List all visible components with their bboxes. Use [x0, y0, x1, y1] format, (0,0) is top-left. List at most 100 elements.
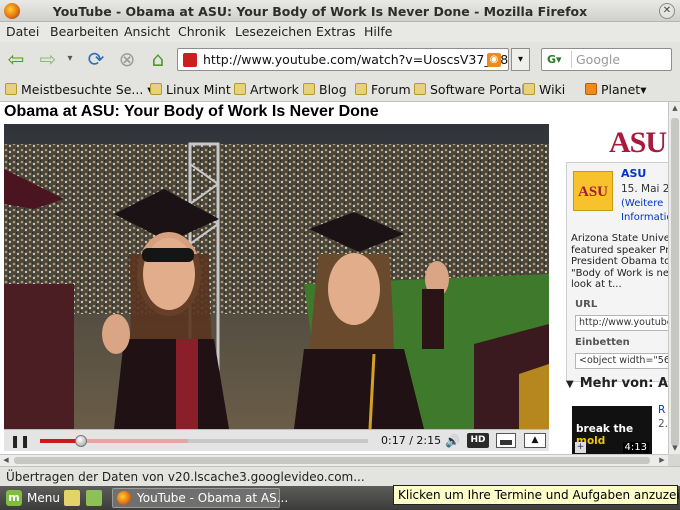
video-frame-image [4, 124, 549, 429]
mint-menu-icon[interactable]: m [6, 490, 22, 506]
scroll-left-icon[interactable]: ◀ [0, 455, 12, 466]
window-titlebar: YouTube - Obama at ASU: Your Body of Wor… [0, 0, 680, 22]
status-bar: Übertragen der Daten von v20.lscache3.go… [0, 466, 680, 486]
video-description: Arizona State Univer featured speaker Pr… [571, 233, 668, 291]
video-duration: 4:13 [622, 442, 649, 453]
url-label: URL [575, 299, 598, 310]
description-line: Arizona State Univer [571, 233, 668, 244]
hd-button[interactable]: HD [467, 433, 489, 448]
bookmark-icon [303, 83, 315, 95]
bookmark-icon [355, 83, 367, 95]
expand-triangle-icon: ▼ [566, 379, 574, 390]
more-info-link-continued[interactable]: Information [621, 212, 668, 223]
bookmark-most-visited[interactable]: Meistbesuchte Se... ▾ [5, 82, 154, 97]
bookmark-linux-mint[interactable]: Linux Mint [150, 82, 231, 97]
home-icon[interactable]: ⌂ [146, 48, 170, 72]
bookmark-label: Wiki [539, 82, 566, 97]
more-from-header[interactable]: ▼ Mehr von: AS [566, 376, 668, 391]
video-title: Obama at ASU: Your Body of Work Is Never… [4, 103, 379, 120]
upload-date: 15. Mai 20 [621, 183, 668, 195]
time-display: 0:17 / 2:15 [381, 434, 442, 447]
vertical-scrollbar[interactable]: ▲ ▼ [668, 102, 680, 454]
close-window-button[interactable]: ✕ [659, 3, 675, 19]
menu-datei[interactable]: Datei [6, 24, 39, 39]
menu-extras[interactable]: Extras [316, 24, 356, 39]
bookmark-software-portal[interactable]: Software Portal [414, 82, 525, 97]
show-desktop-icon[interactable] [64, 490, 80, 506]
bookmark-label: Forum [371, 82, 411, 97]
volume-icon[interactable]: 🔊 [445, 434, 460, 448]
scroll-down-icon[interactable]: ▼ [670, 442, 680, 454]
search-bar[interactable]: G▾ Google [541, 48, 672, 71]
description-line: President Obama tol [571, 256, 668, 267]
vertical-scroll-thumb[interactable] [671, 118, 679, 446]
related-video-meta: 2. [658, 418, 668, 430]
asu-logo: ASU [609, 126, 667, 159]
bookmark-forum[interactable]: Forum [355, 82, 411, 97]
search-engine-selector[interactable]: G▾ [544, 51, 572, 68]
description-line: "Body of Work is neve [571, 267, 668, 279]
bookmark-label: Software Portal [430, 82, 525, 97]
thumbnail-caption-white: break the [576, 423, 634, 435]
channel-avatar[interactable]: ASU [573, 171, 613, 211]
menu-ansicht[interactable]: Ansicht [124, 24, 170, 39]
forward-icon[interactable]: ⇨ [36, 48, 60, 72]
bookmark-label: Artwork [250, 82, 299, 97]
taskbar-window-button[interactable]: YouTube - Obama at AS... [112, 488, 288, 508]
bookmark-blog[interactable]: Blog [303, 82, 347, 97]
search-engine-label: G [547, 53, 557, 66]
bookmark-folder-icon [5, 83, 17, 95]
rss-feed-icon [585, 83, 597, 95]
description-line: look at t... [571, 279, 622, 290]
more-from-label: Mehr von: AS [579, 376, 668, 391]
window-title: YouTube - Obama at ASU: Your Body of Wor… [52, 4, 588, 19]
bookmark-icon [414, 83, 426, 95]
firefox-icon [117, 491, 131, 505]
stop-icon[interactable]: ⊗ [115, 48, 139, 72]
related-video-thumbnail[interactable]: break the mold + 4:13 [572, 406, 652, 454]
scroll-right-icon[interactable]: ▶ [656, 455, 668, 466]
video-controls: ❚❚ 0:17 / 2:15 🔊 HD ▲ [4, 429, 549, 451]
bookmark-icon [523, 83, 535, 95]
bookmarks-toolbar: Meistbesuchte Se... ▾ Linux Mint Artwork… [0, 78, 680, 102]
horizontal-scrollbar[interactable]: ◀ ▶ [0, 454, 668, 466]
related-video-title[interactable]: R [658, 404, 665, 416]
menu-chronik[interactable]: Chronik [178, 24, 226, 39]
horizontal-scroll-thumb[interactable] [14, 457, 650, 464]
channel-name[interactable]: ASU [621, 167, 646, 180]
video-player[interactable] [4, 124, 549, 429]
url-text: http://www.youtube.com/watch?v=UoscsV37_… [203, 52, 509, 67]
status-text: Übertragen der Daten von v20.lscache3.go… [6, 470, 365, 484]
fullscreen-button[interactable]: ▲ [524, 433, 546, 448]
url-dropdown-button[interactable]: ▾ [511, 48, 530, 71]
scroll-up-icon[interactable]: ▲ [670, 102, 680, 114]
embed-field[interactable]: <object width="560" he [575, 353, 668, 369]
pause-icon[interactable]: ❚❚ [10, 434, 30, 448]
start-menu-button[interactable]: Menu [27, 491, 60, 505]
seek-handle[interactable] [75, 435, 88, 447]
bookmark-wiki[interactable]: Wiki [523, 82, 565, 97]
reload-icon[interactable]: ⟳ [84, 48, 108, 72]
player-size-button[interactable] [496, 433, 516, 448]
url-field[interactable]: http://www.youtube.com [575, 315, 668, 331]
menu-hilfe[interactable]: Hilfe [364, 24, 392, 39]
menu-lesezeichen[interactable]: Lesezeichen [235, 24, 312, 39]
terminal-launcher-icon[interactable] [86, 490, 102, 506]
bookmark-label: Blog [319, 82, 347, 97]
bookmark-label: Planet [601, 82, 641, 97]
url-bar[interactable]: http://www.youtube.com/watch?v=UoscsV37_… [177, 48, 509, 71]
menu-bearbeiten[interactable]: Bearbeiten [50, 24, 119, 39]
bookmark-label: Meistbesuchte Se... [21, 82, 144, 97]
add-to-queue-icon[interactable]: + [575, 442, 586, 453]
channel-info-box: ASU ASU 15. Mai 20 (Weitere Information … [566, 162, 668, 382]
bookmark-label: Linux Mint [166, 82, 231, 97]
menu-bar: Datei Bearbeiten Ansicht Chronik Lesezei… [0, 22, 680, 42]
more-info-link[interactable]: (Weitere [621, 198, 663, 209]
description-line: featured speaker Pre [571, 244, 668, 256]
bookmark-icon [234, 83, 246, 95]
bookmark-planet[interactable]: Planet▾ [585, 82, 646, 97]
history-dropdown-icon[interactable]: ▾ [58, 48, 82, 72]
rss-feed-icon[interactable]: ◉ [487, 53, 501, 67]
bookmark-artwork[interactable]: Artwork [234, 82, 299, 97]
back-icon[interactable]: ⇦ [4, 48, 28, 72]
